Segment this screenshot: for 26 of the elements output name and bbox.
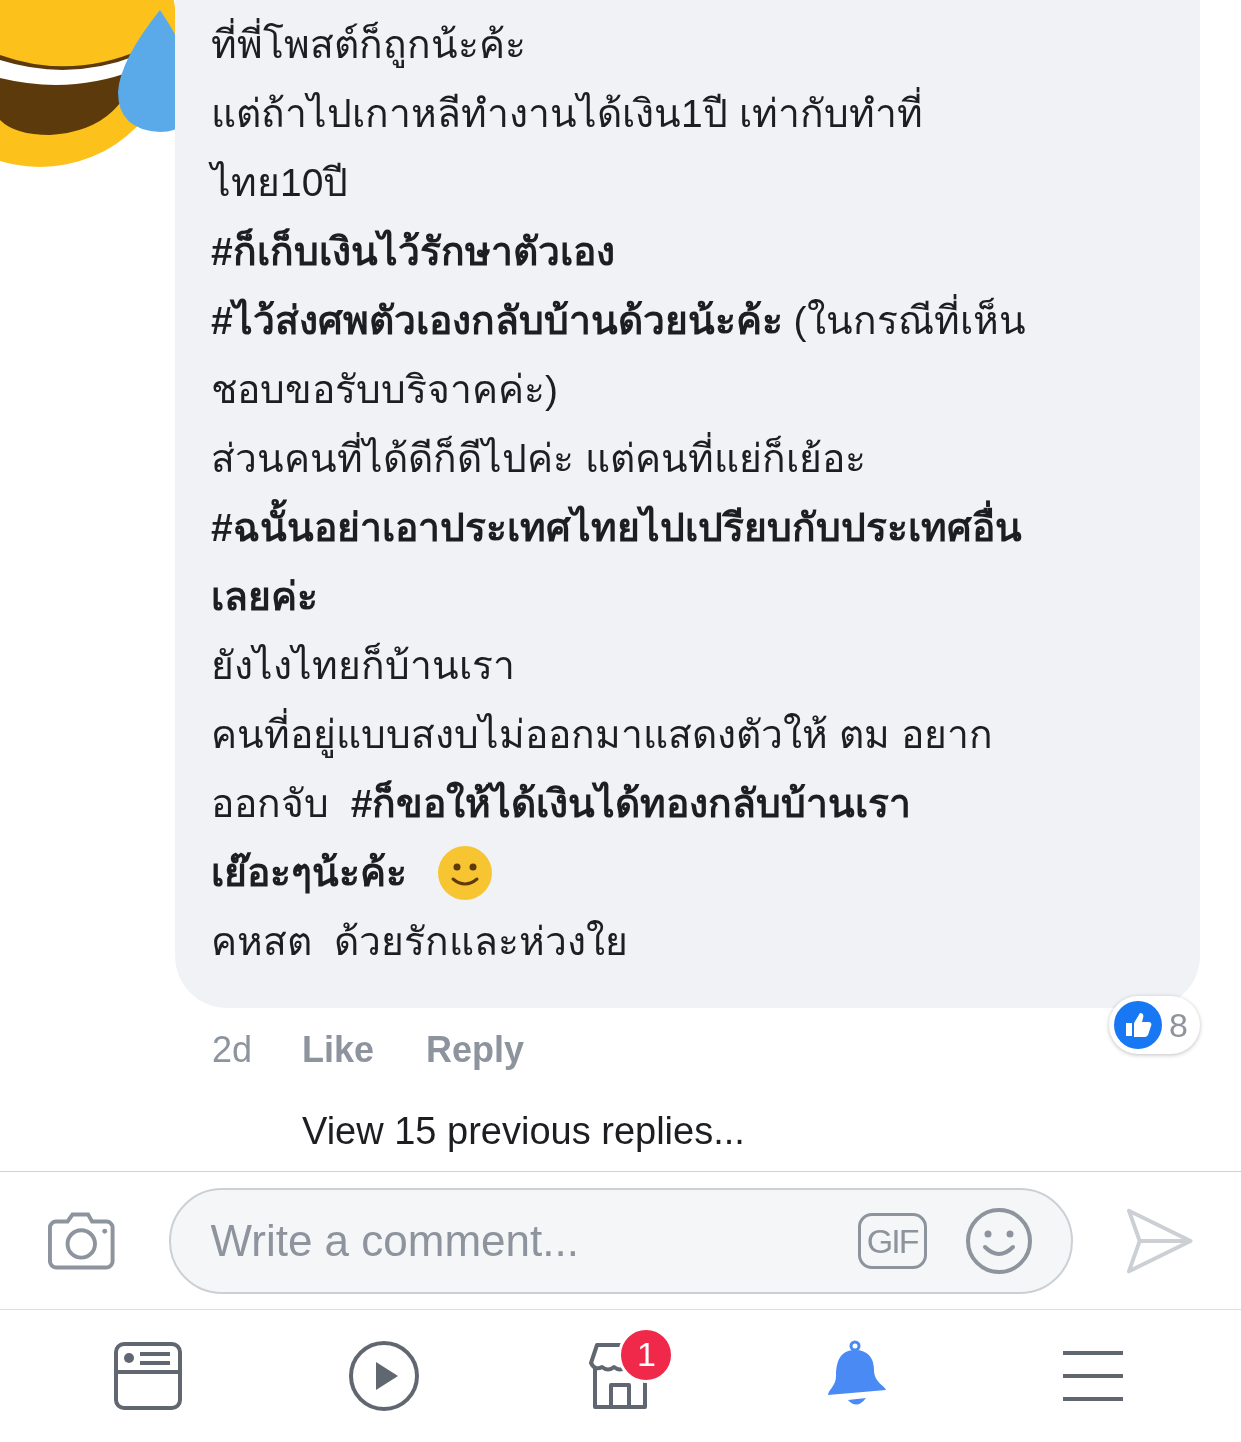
comment-text-line: ที่พี่โพสต์ก็ถูกน้ะค้ะ	[211, 10, 526, 79]
comment-text-line: ส่วนคนที่ได้ดีก็ดีไปค่ะ แต่คนที่แย่ก็เย้อะ	[211, 424, 866, 493]
comment-text-line: #ไว้ส่งศพตัวเองกลับบ้านด้วยน้ะค้ะ (ในกรณีที่เห็น	[211, 286, 1026, 355]
view-previous-replies-link[interactable]: View 15 previous replies...	[302, 1110, 745, 1153]
comment-input-field[interactable]: Write a comment... GIF	[168, 1187, 1073, 1294]
news-feed-icon	[114, 1341, 183, 1410]
comment-text-line: ยังไงไทยก็บ้านเรา	[211, 641, 515, 689]
comment-action-link[interactable]: Reply	[426, 1029, 525, 1071]
timestamp: 2d	[212, 1029, 253, 1071]
comment-text-line: คหสต ด้วยรักและห่วงใย	[211, 919, 628, 965]
comment-text-line: แต่ถ้าไปเกาหลีทำงานได้เงิน1ปี เท่ากับทำที่	[211, 79, 923, 148]
reaction-badge[interactable]: 8	[1109, 996, 1200, 1054]
comment-text-line: #ก็เก็บเงินไว้รักษาตัวเอง	[211, 227, 615, 275]
camera-icon[interactable]	[48, 1210, 117, 1271]
comment-text-line: ออกจับ #ก็ขอให้ได้เงินได้ทองกลับบ้านเรา	[211, 779, 912, 827]
comment-text-line: คนที่อยู่แบบสงบไม่ออกมาแสดงตัวให้ ตม อยาก	[211, 700, 993, 769]
gif-button[interactable]: GIF	[857, 1212, 927, 1269]
comment-text-line: ชอบขอรับบริจาคค่ะ)	[211, 367, 558, 413]
comment-text-line: เย๊อะๆน้ะค้ะ	[211, 850, 407, 896]
smiley-icon[interactable]	[964, 1206, 1033, 1275]
comment-text-line: เลยค่ะ	[211, 574, 318, 620]
play-icon	[348, 1339, 421, 1412]
menu-icon	[1060, 1349, 1125, 1402]
like-icon	[1113, 1000, 1164, 1050]
comment-action-link[interactable]: Like	[302, 1029, 375, 1071]
comment-text-line: #ฉนั้นอย่าเอาประเทศไทยไปเปรียบกับประเทศอื่น	[211, 493, 1022, 562]
